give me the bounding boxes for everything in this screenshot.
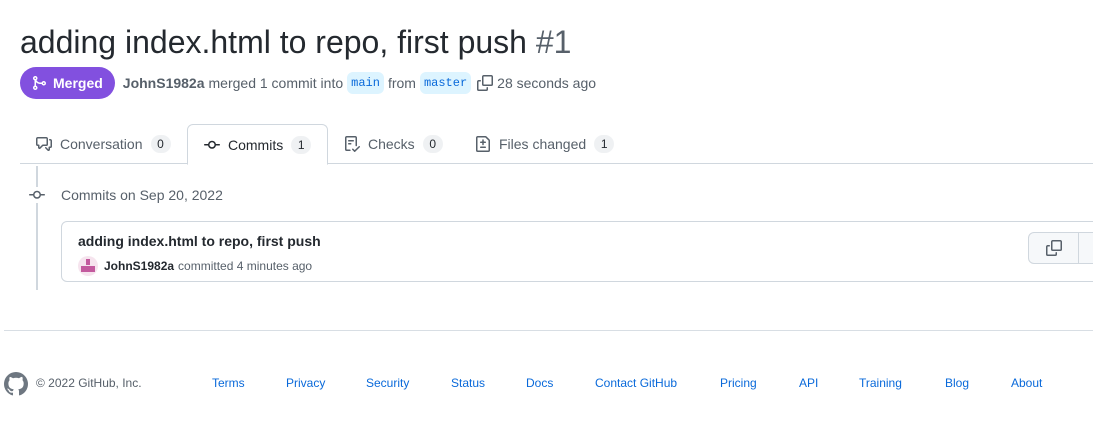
copy-sha-button[interactable] xyxy=(1029,233,1079,263)
github-logo-icon[interactable] xyxy=(4,372,28,396)
pr-number: #1 xyxy=(535,24,572,60)
file-diff-icon xyxy=(476,136,490,152)
merged-state-badge: Merged xyxy=(20,67,115,99)
git-merge-icon xyxy=(33,76,47,90)
merge-summary: JohnS1982a merged 1 commit into main fro… xyxy=(123,72,596,94)
footer-link-security[interactable]: Security xyxy=(366,376,409,390)
tab-files-changed-count: 1 xyxy=(594,135,615,153)
checklist-icon xyxy=(345,136,360,152)
commit-time: committed 4 minutes ago xyxy=(178,259,313,273)
commit-meta: JohnS1982a committed 4 minutes ago xyxy=(78,256,312,276)
copy-icon xyxy=(1045,240,1062,256)
pr-meta: Merged JohnS1982a merged 1 commit into m… xyxy=(20,67,596,99)
merged-state-label: Merged xyxy=(53,75,103,91)
tab-files-changed-label: Files changed xyxy=(499,136,587,152)
merge-time: 28 seconds ago xyxy=(497,75,597,91)
footer-divider xyxy=(4,330,1093,331)
footer-link-blog[interactable]: Blog xyxy=(945,376,969,390)
footer-link-terms[interactable]: Terms xyxy=(212,376,245,390)
tab-conversation-label: Conversation xyxy=(60,136,143,152)
pull-request-page: adding index.html to repo, first push #1… xyxy=(0,0,1093,441)
footer-link-training[interactable]: Training xyxy=(859,376,902,390)
footer-link-api[interactable]: API xyxy=(799,376,818,390)
head-branch-label[interactable]: master xyxy=(419,72,472,94)
copy-branch-icon[interactable] xyxy=(477,75,494,91)
footer-link-about[interactable]: About xyxy=(1011,376,1042,390)
footer-link-pricing[interactable]: Pricing xyxy=(720,376,757,390)
footer-link-contact-github[interactable]: Contact GitHub xyxy=(595,376,677,390)
tab-checks-count: 0 xyxy=(422,135,443,153)
tab-conversation[interactable]: Conversation 0 xyxy=(20,124,187,164)
commit-message-link[interactable]: adding index.html to repo, first push xyxy=(78,233,321,249)
footer-link-docs[interactable]: Docs xyxy=(526,376,553,390)
timeline-line xyxy=(36,166,38,290)
comment-discussion-icon xyxy=(36,137,52,151)
commits-date-heading: Commits on Sep 20, 2022 xyxy=(61,187,223,203)
pr-title: adding index.html to repo, first push xyxy=(20,24,527,60)
tab-checks[interactable]: Checks 0 xyxy=(328,124,459,164)
merged-text: merged 1 commit into xyxy=(208,75,344,91)
pr-author-link[interactable]: JohnS1982a xyxy=(123,75,205,91)
commit-author-link[interactable]: JohnS1982a xyxy=(104,259,174,273)
footer-link-privacy[interactable]: Privacy xyxy=(286,376,325,390)
base-branch-label[interactable]: main xyxy=(347,72,384,94)
from-text: from xyxy=(387,75,416,91)
tab-commits-count: 1 xyxy=(291,135,312,154)
tab-files-changed[interactable]: Files changed 1 xyxy=(459,124,630,164)
tab-conversation-count: 0 xyxy=(150,135,171,153)
commit-list-item: adding index.html to repo, first push Jo… xyxy=(61,221,1093,282)
tab-commits[interactable]: Commits 1 xyxy=(187,124,329,165)
avatar[interactable] xyxy=(78,256,98,276)
pr-tabs: Conversation 0 Commits 1 Checks 0 Files … xyxy=(20,124,1093,165)
git-commit-icon xyxy=(29,187,45,203)
git-commit-icon xyxy=(204,140,220,149)
commit-actions xyxy=(1028,232,1093,264)
tab-commits-label: Commits xyxy=(228,136,284,153)
tab-checks-label: Checks xyxy=(368,136,415,152)
page-title: adding index.html to repo, first push #1 xyxy=(20,20,571,64)
footer-copyright: © 2022 GitHub, Inc. xyxy=(36,376,142,390)
footer-link-status[interactable]: Status xyxy=(451,376,485,390)
